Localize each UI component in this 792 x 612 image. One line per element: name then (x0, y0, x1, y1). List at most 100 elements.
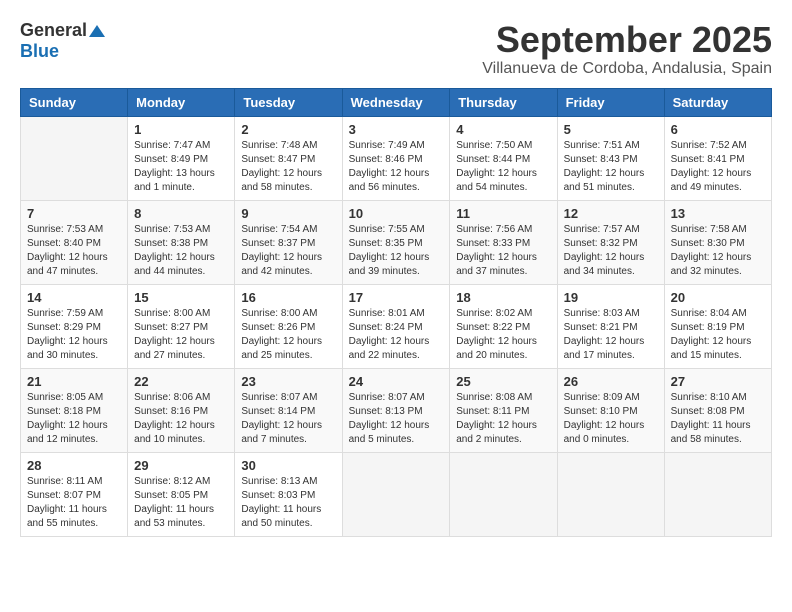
day-info: Sunrise: 7:54 AM Sunset: 8:37 PM Dayligh… (241, 223, 335, 279)
day-info: Sunrise: 8:12 AM Sunset: 8:05 PM Dayligh… (134, 475, 228, 531)
logo: General Blue (20, 20, 105, 62)
calendar-cell: 10Sunrise: 7:55 AM Sunset: 8:35 PM Dayli… (342, 200, 450, 284)
day-number: 26 (564, 374, 658, 389)
calendar-table: SundayMondayTuesdayWednesdayThursdayFrid… (20, 88, 772, 537)
day-number: 15 (134, 290, 228, 305)
calendar-cell (664, 452, 771, 536)
calendar-cell: 15Sunrise: 8:00 AM Sunset: 8:27 PM Dayli… (128, 284, 235, 368)
day-number: 20 (671, 290, 765, 305)
day-number: 4 (456, 122, 550, 137)
calendar-cell: 3 Sunrise: 7:49 AM Sunset: 8:46 PM Daylig… (342, 116, 450, 200)
logo-blue-text: Blue (20, 41, 59, 62)
day-info: Sunrise: 7:53 AM Sunset: 8:40 PM Dayligh… (27, 223, 121, 279)
calendar-week-row: 7 Sunrise: 7:53 AM Sunset: 8:40 PM Daylig… (21, 200, 772, 284)
calendar-cell: 23Sunrise: 8:07 AM Sunset: 8:14 PM Dayli… (235, 368, 342, 452)
calendar-cell: 9 Sunrise: 7:54 AM Sunset: 8:37 PM Daylig… (235, 200, 342, 284)
day-info: Sunrise: 8:08 AM Sunset: 8:11 PM Dayligh… (456, 391, 550, 447)
day-number: 28 (27, 458, 121, 473)
day-number: 25 (456, 374, 550, 389)
weekday-header-saturday: Saturday (664, 88, 771, 116)
location-text: Villanueva de Cordoba, Andalusia, Spain (482, 60, 772, 78)
day-info: Sunrise: 7:57 AM Sunset: 8:32 PM Dayligh… (564, 223, 658, 279)
day-info: Sunrise: 7:50 AM Sunset: 8:44 PM Dayligh… (456, 139, 550, 195)
logo-general-text: General (20, 20, 87, 41)
weekday-header-thursday: Thursday (450, 88, 557, 116)
day-info: Sunrise: 8:13 AM Sunset: 8:03 PM Dayligh… (241, 475, 335, 531)
calendar-week-row: 1 Sunrise: 7:47 AM Sunset: 8:49 PM Daylig… (21, 116, 772, 200)
calendar-cell: 16 Sunrise: 8:00 AM Sunset: 8:26 PM Dayli… (235, 284, 342, 368)
day-info: Sunrise: 8:07 AM Sunset: 8:13 PM Dayligh… (349, 391, 444, 447)
day-info: Sunrise: 7:47 AM Sunset: 8:49 PM Dayligh… (134, 139, 228, 195)
day-info: Sunrise: 8:07 AM Sunset: 8:14 PM Dayligh… (241, 391, 335, 447)
weekday-header-row: SundayMondayTuesdayWednesdayThursdayFrid… (21, 88, 772, 116)
weekday-header-monday: Monday (128, 88, 235, 116)
calendar-cell: 20 Sunrise: 8:04 AM Sunset: 8:19 PM Dayli… (664, 284, 771, 368)
weekday-header-friday: Friday (557, 88, 664, 116)
logo-triangle-icon (89, 25, 105, 37)
day-info: Sunrise: 8:00 AM Sunset: 8:26 PM Dayligh… (241, 307, 335, 363)
day-number: 6 (671, 122, 765, 137)
day-number: 13 (671, 206, 765, 221)
weekday-header-tuesday: Tuesday (235, 88, 342, 116)
calendar-cell: 8 Sunrise: 7:53 AM Sunset: 8:38 PM Daylig… (128, 200, 235, 284)
day-number: 14 (27, 290, 121, 305)
day-info: Sunrise: 7:52 AM Sunset: 8:41 PM Dayligh… (671, 139, 765, 195)
calendar-week-row: 28 Sunrise: 8:11 AM Sunset: 8:07 PM Dayli… (21, 452, 772, 536)
day-number: 2 (241, 122, 335, 137)
calendar-cell: 30 Sunrise: 8:13 AM Sunset: 8:03 PM Dayli… (235, 452, 342, 536)
day-info: Sunrise: 7:49 AM Sunset: 8:46 PM Dayligh… (349, 139, 444, 195)
month-title: September 2025 (482, 20, 772, 60)
calendar-cell: 18 Sunrise: 8:02 AM Sunset: 8:22 PM Dayli… (450, 284, 557, 368)
calendar-cell: 6 Sunrise: 7:52 AM Sunset: 8:41 PM Daylig… (664, 116, 771, 200)
calendar-cell (21, 116, 128, 200)
day-info: Sunrise: 8:02 AM Sunset: 8:22 PM Dayligh… (456, 307, 550, 363)
day-info: Sunrise: 7:51 AM Sunset: 8:43 PM Dayligh… (564, 139, 658, 195)
calendar-cell: 24Sunrise: 8:07 AM Sunset: 8:13 PM Dayli… (342, 368, 450, 452)
day-number: 30 (241, 458, 335, 473)
day-number: 18 (456, 290, 550, 305)
day-number: 9 (241, 206, 335, 221)
day-number: 12 (564, 206, 658, 221)
weekday-header-sunday: Sunday (21, 88, 128, 116)
calendar-cell: 27Sunrise: 8:10 AM Sunset: 8:08 PM Dayli… (664, 368, 771, 452)
day-info: Sunrise: 8:03 AM Sunset: 8:21 PM Dayligh… (564, 307, 658, 363)
day-number: 3 (349, 122, 444, 137)
page-header: General Blue September 2025 Villanueva d… (20, 20, 772, 78)
calendar-cell: 14Sunrise: 7:59 AM Sunset: 8:29 PM Dayli… (21, 284, 128, 368)
day-info: Sunrise: 7:53 AM Sunset: 8:38 PM Dayligh… (134, 223, 228, 279)
day-number: 22 (134, 374, 228, 389)
day-number: 7 (27, 206, 121, 221)
day-number: 5 (564, 122, 658, 137)
calendar-cell: 22 Sunrise: 8:06 AM Sunset: 8:16 PM Dayli… (128, 368, 235, 452)
calendar-cell: 19 Sunrise: 8:03 AM Sunset: 8:21 PM Dayli… (557, 284, 664, 368)
calendar-cell: 2 Sunrise: 7:48 AM Sunset: 8:47 PM Daylig… (235, 116, 342, 200)
calendar-cell: 21Sunrise: 8:05 AM Sunset: 8:18 PM Dayli… (21, 368, 128, 452)
day-number: 16 (241, 290, 335, 305)
day-number: 8 (134, 206, 228, 221)
day-info: Sunrise: 8:06 AM Sunset: 8:16 PM Dayligh… (134, 391, 228, 447)
day-number: 11 (456, 206, 550, 221)
day-info: Sunrise: 8:01 AM Sunset: 8:24 PM Dayligh… (349, 307, 444, 363)
calendar-cell: 4 Sunrise: 7:50 AM Sunset: 8:44 PM Daylig… (450, 116, 557, 200)
day-number: 29 (134, 458, 228, 473)
day-info: Sunrise: 7:48 AM Sunset: 8:47 PM Dayligh… (241, 139, 335, 195)
title-area: September 2025 Villanueva de Cordoba, An… (482, 20, 772, 78)
weekday-header-wednesday: Wednesday (342, 88, 450, 116)
day-info: Sunrise: 8:04 AM Sunset: 8:19 PM Dayligh… (671, 307, 765, 363)
calendar-cell: 13 Sunrise: 7:58 AM Sunset: 8:30 PM Dayli… (664, 200, 771, 284)
day-info: Sunrise: 7:58 AM Sunset: 8:30 PM Dayligh… (671, 223, 765, 279)
day-info: Sunrise: 8:11 AM Sunset: 8:07 PM Dayligh… (27, 475, 121, 531)
day-number: 10 (349, 206, 444, 221)
calendar-cell: 7 Sunrise: 7:53 AM Sunset: 8:40 PM Daylig… (21, 200, 128, 284)
calendar-week-row: 21Sunrise: 8:05 AM Sunset: 8:18 PM Dayli… (21, 368, 772, 452)
day-number: 1 (134, 122, 228, 137)
day-number: 19 (564, 290, 658, 305)
calendar-cell (450, 452, 557, 536)
calendar-cell: 5 Sunrise: 7:51 AM Sunset: 8:43 PM Daylig… (557, 116, 664, 200)
calendar-cell: 26Sunrise: 8:09 AM Sunset: 8:10 PM Dayli… (557, 368, 664, 452)
day-info: Sunrise: 7:56 AM Sunset: 8:33 PM Dayligh… (456, 223, 550, 279)
calendar-cell: 12 Sunrise: 7:57 AM Sunset: 8:32 PM Dayli… (557, 200, 664, 284)
calendar-cell (342, 452, 450, 536)
calendar-cell: 25 Sunrise: 8:08 AM Sunset: 8:11 PM Dayli… (450, 368, 557, 452)
day-info: Sunrise: 8:05 AM Sunset: 8:18 PM Dayligh… (27, 391, 121, 447)
